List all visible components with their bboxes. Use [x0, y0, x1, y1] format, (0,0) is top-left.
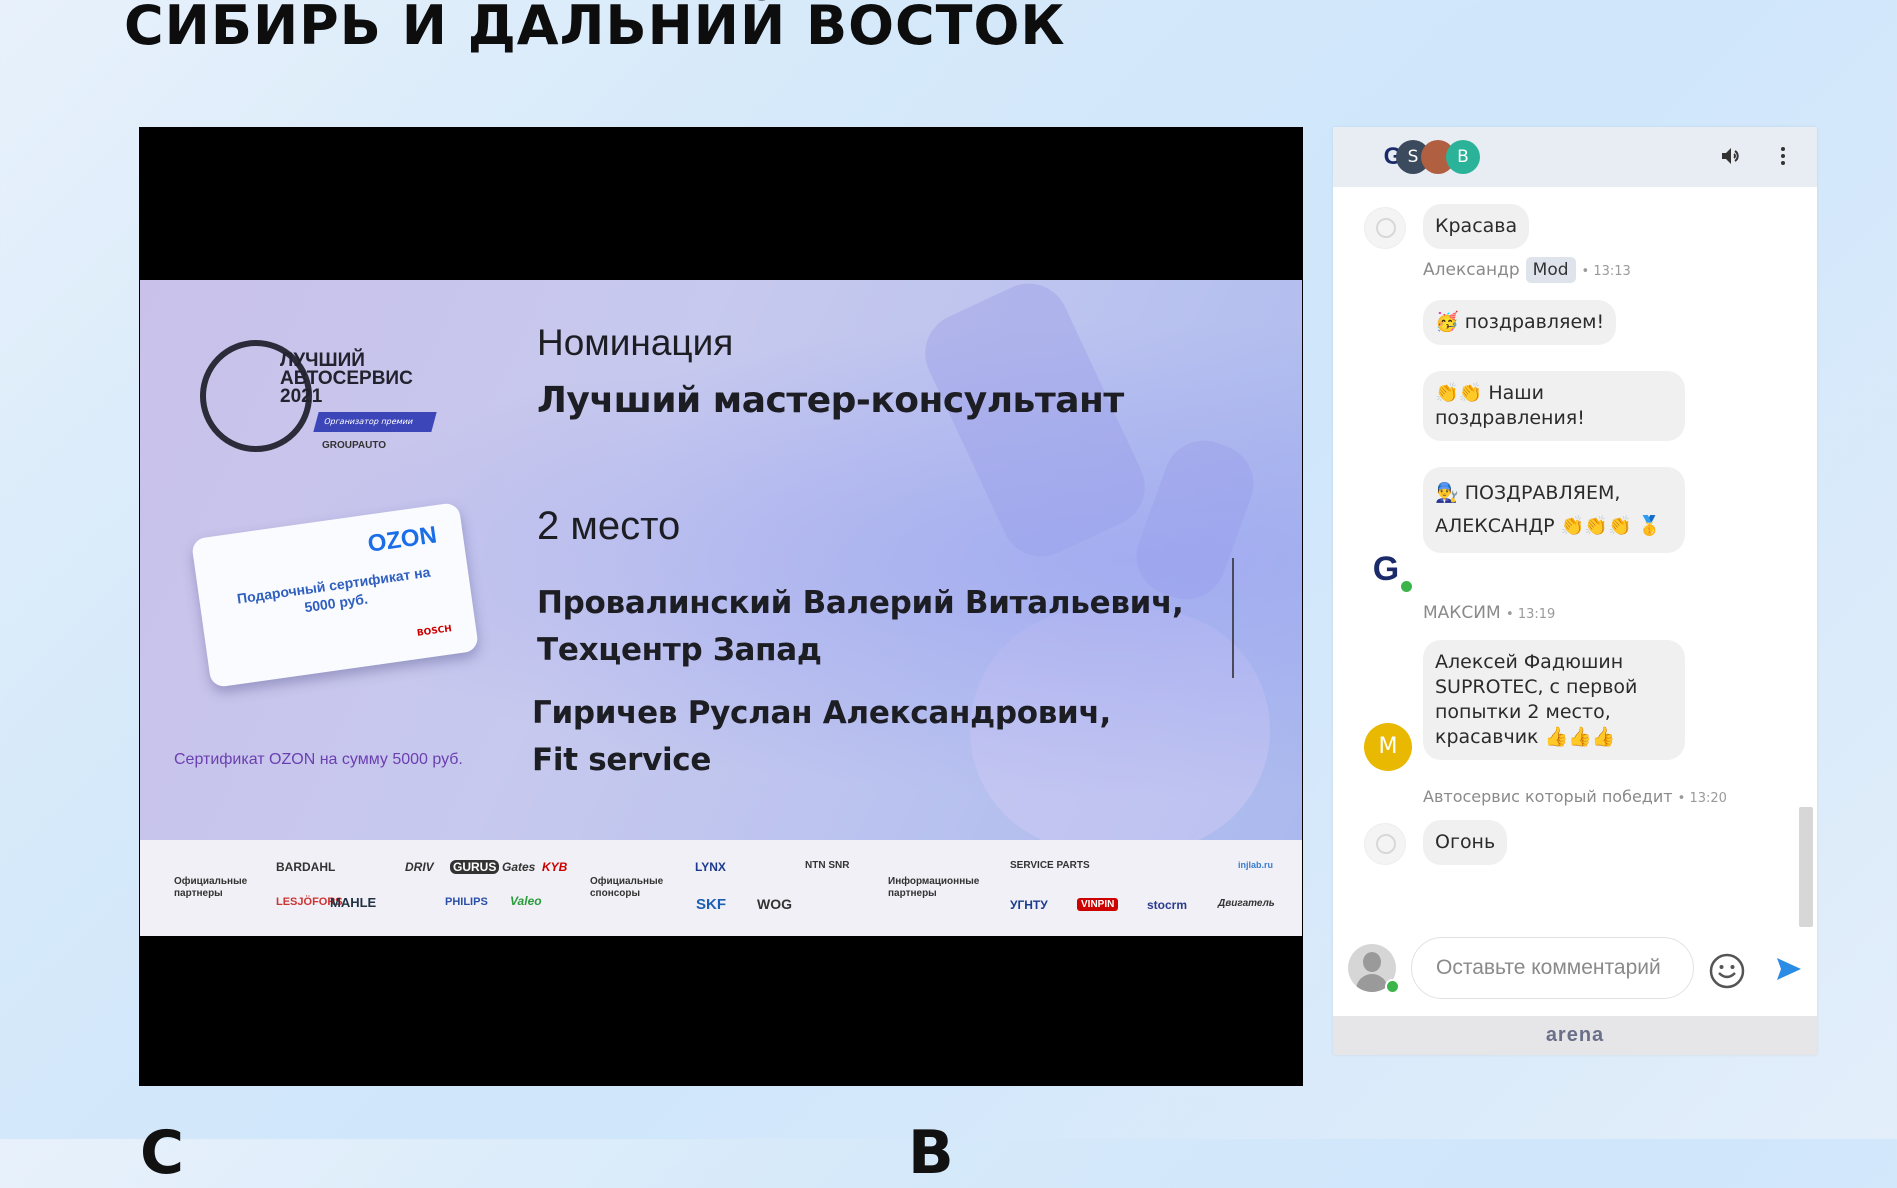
online-indicator	[1385, 979, 1400, 994]
info-partners-label: Информационные партнеры	[888, 876, 980, 899]
message-author: Александр	[1423, 260, 1520, 280]
online-indicator	[1399, 579, 1414, 594]
partner-logo: Gates	[502, 860, 536, 874]
message-bubble: 👨‍🔧 ПОЗДРАВЛЯЕМ, АЛЕКСАНДР 👏👏👏 🥇	[1423, 467, 1685, 553]
avatar: M	[1364, 723, 1412, 771]
message-bubble: Огонь	[1423, 820, 1508, 865]
message-list[interactable]: Красава Александр Mod • 13:13 🥳 поздравляе…	[1333, 187, 1817, 1055]
winner-2: Гиричев Руслан Александрович, Fit servic…	[532, 695, 1111, 778]
partner-logo: SERVICE PARTS	[1010, 860, 1090, 871]
message-time: • 13:13	[1581, 264, 1631, 279]
video-player[interactable]: ЛУЧШИЙ АВТОСЕРВИС 2021 Организатор преми…	[139, 127, 1303, 1086]
partner-logo: BARDAHL	[276, 860, 336, 874]
message-author: Автосервис который победит	[1423, 787, 1673, 806]
nomination-title: Лучший мастер-консультант	[537, 380, 1124, 421]
official-sponsors-label: Официальные спонсоры	[590, 876, 664, 899]
emoji-icon[interactable]	[1709, 953, 1745, 989]
mod-badge: Mod	[1525, 257, 1576, 283]
message-bubble: 🥳 поздравляем!	[1423, 300, 1617, 345]
partner-logo: KYB	[542, 860, 568, 874]
partners-strip: Официальные партнеры Официальные спонсор…	[140, 840, 1302, 936]
send-icon[interactable]	[1775, 955, 1803, 983]
award-ribbon: Организатор премии	[313, 412, 437, 432]
avatar[interactable]: B	[1446, 140, 1480, 174]
partner-logo: VINPIN	[1077, 898, 1119, 911]
message-bubble: Алексей Фадюшин SUPROTEC, с первой попыт…	[1423, 640, 1685, 760]
section-heading-cut: В	[908, 1118, 954, 1188]
page-title: СИБИРЬ И ДАЛЬНИЙ ВОСТОК	[124, 0, 1066, 57]
award-logo: ЛУЧШИЙ АВТОСЕРВИС 2021 Организатор преми…	[200, 320, 440, 470]
partner-logo: LYNX	[695, 860, 726, 874]
gift-card-caption: Сертификат OZON на сумму 5000 руб.	[174, 751, 463, 768]
message-time: • 13:20	[1677, 791, 1727, 806]
partner-logo: GURUS	[450, 860, 500, 874]
partner-logo: NTN SNR	[805, 860, 850, 871]
partner-logo: Valeo	[510, 894, 542, 908]
chat-scrollbar[interactable]	[1797, 187, 1813, 927]
ozon-logo: OZON	[366, 521, 439, 558]
message-meta: Автосервис который победит • 13:20	[1423, 787, 1727, 806]
partner-logo: УГНТУ	[1010, 898, 1048, 912]
chat-footer-brand[interactable]: arena	[1333, 1016, 1817, 1055]
scroll-thumb[interactable]	[1799, 807, 1813, 927]
divider	[1232, 558, 1234, 678]
nomination-label: Номинация	[537, 322, 734, 363]
partner-logo: DRIV	[405, 860, 434, 874]
partner-logo: SKF	[696, 896, 726, 913]
award-logo-text: ЛУЧШИЙ АВТОСЕРВИС 2021	[280, 350, 413, 407]
more-vertical-icon[interactable]	[1770, 144, 1796, 170]
partner-logo: injlab.ru	[1238, 860, 1274, 870]
official-partners-label: Официальные партнеры	[174, 876, 248, 899]
winner-1: Провалинский Валерий Витальевич, Техцент…	[537, 585, 1184, 668]
place-label: 2 место	[537, 504, 681, 548]
partner-logo: stocrm	[1147, 898, 1188, 912]
chat-widget: G S B Красава Александр Mod • 13:13 🥳 позд…	[1333, 127, 1817, 1055]
message-meta: МАКСИМ • 13:19	[1423, 603, 1555, 623]
comment-input[interactable]: Оставьте комментарий	[1411, 937, 1694, 999]
message-bubble: Красава	[1423, 204, 1530, 249]
partner-logo: PHILIPS	[445, 896, 488, 908]
presentation-slide: ЛУЧШИЙ АВТОСЕРВИС 2021 Организатор преми…	[140, 280, 1302, 936]
anonymous-avatar	[1364, 207, 1406, 249]
chat-header: G S B	[1333, 127, 1817, 187]
partner-logo: Двигатель	[1218, 898, 1275, 909]
volume-icon[interactable]	[1718, 144, 1744, 170]
section-heading-cut: С	[140, 1118, 185, 1188]
partner-logo: MAHLE	[330, 895, 377, 910]
gift-card-text: Подарочный сертификат на 5000 руб.	[235, 563, 432, 616]
anonymous-avatar	[1364, 823, 1406, 865]
message-author: МАКСИМ	[1423, 603, 1501, 623]
message-bubble: 👏👏 Наши поздравления!	[1423, 371, 1685, 441]
message-meta: Александр Mod • 13:13	[1423, 257, 1631, 283]
message-time: • 13:19	[1506, 607, 1556, 622]
bosch-logo: BOSCH	[416, 624, 453, 639]
partner-logo: WOG	[757, 896, 792, 912]
groupauto-logo: GROUPAUTO	[322, 440, 387, 451]
